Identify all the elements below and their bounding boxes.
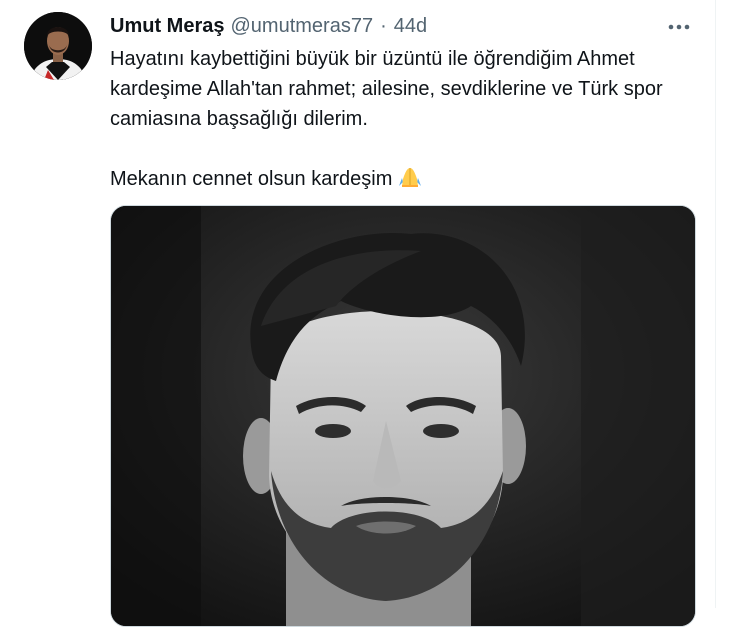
tweet-time[interactable]: 44d (394, 15, 427, 38)
avatar-image (24, 12, 92, 80)
tweet-media-photo[interactable] (110, 205, 696, 627)
tweet-text-paragraph-2: Mekanın cennet olsun kardeşim (110, 164, 690, 194)
avatar[interactable] (24, 12, 92, 80)
folded-hands-icon (397, 166, 423, 188)
tweet[interactable]: Umut Meraş @umutmeras77 · 44d Hayatını k… (0, 0, 715, 627)
author-handle[interactable]: @umutmeras77 (230, 15, 373, 38)
more-horizontal-icon[interactable] (664, 12, 694, 42)
tweet-text-paragraph-2-text: Mekanın cennet olsun kardeşim (110, 168, 393, 190)
tweet-text: Hayatını kaybettiğini büyük bir üzüntü i… (110, 44, 690, 194)
column-divider (715, 0, 716, 608)
separator-dot: · (380, 14, 387, 37)
tweet-header: Umut Meraş @umutmeras77 · 44d (110, 13, 427, 39)
author-name[interactable]: Umut Meraş (110, 15, 224, 38)
tweet-text-paragraph-1: Hayatını kaybettiğini büyük bir üzüntü i… (110, 48, 663, 130)
photo-image (111, 206, 695, 626)
